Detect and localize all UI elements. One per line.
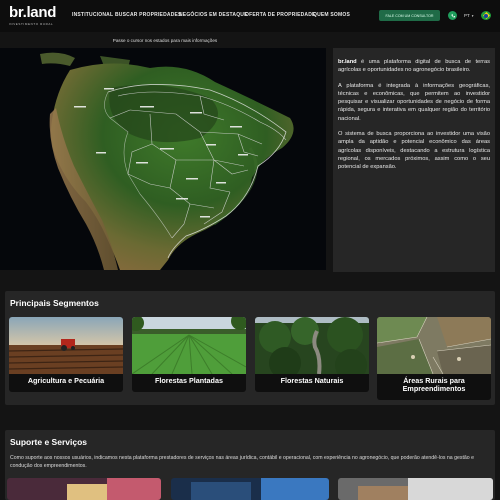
site-header: br.land INVESTIMENTO RURAL INSTITUCIONAL… [0, 0, 500, 32]
segment-label: Agricultura e Pecuária [27, 376, 105, 385]
support-title: Suporte e Serviços [10, 437, 88, 447]
service-image-3 [338, 478, 493, 500]
description-paragraph-1: br.land é uma plataforma digital de busc… [338, 58, 490, 75]
segment-card-areas-rurais[interactable]: Áreas Rurais para Empreendimentos [377, 317, 491, 400]
brazil-flag-icon[interactable] [481, 11, 491, 20]
description-paragraph-3: O sistema de busca proporciona ao invest… [338, 131, 490, 171]
nav-buscar-propriedades[interactable]: BUSCAR PROPRIEDADES [115, 12, 182, 18]
brand-name: br.land [338, 59, 357, 65]
segment-label: Áreas Rurais para Empreendimentos [402, 376, 466, 393]
segment-label: Florestas Naturais [280, 376, 344, 385]
logo-tagline: INVESTIMENTO RURAL [9, 22, 54, 26]
logo-text: br.land [9, 4, 57, 21]
language-selector[interactable]: PT ▾ [464, 13, 474, 18]
segment-card-agricultura[interactable]: Agricultura e Pecuária [9, 317, 123, 392]
nav-negocios-em-destaque[interactable]: NEGÓCIOS EM DESTAQUE [179, 12, 248, 18]
segment-label: Florestas Plantadas [155, 376, 223, 385]
agriculture-image [9, 317, 123, 374]
planted-forest-image [132, 317, 246, 374]
platform-description: br.land é uma plataforma digital de busc… [333, 48, 495, 272]
service-image-2 [171, 478, 329, 500]
segments-title: Principais Segmentos [10, 298, 99, 308]
segment-card-florestas-naturais[interactable]: Florestas Naturais [255, 317, 369, 392]
brand-logo[interactable]: br.land INVESTIMENTO RURAL [9, 5, 65, 27]
nav-oferta-de-propriedade[interactable]: OFERTA DE PROPRIEDADE [245, 12, 316, 18]
rural-area-image [377, 317, 491, 374]
service-image-1 [7, 478, 161, 500]
chevron-down-icon: ▾ [471, 13, 474, 18]
natural-forest-image [255, 317, 369, 374]
service-card-1[interactable] [7, 478, 161, 500]
nav-quem-somos[interactable]: QUEM SOMOS [313, 12, 350, 18]
segment-card-florestas-plantadas[interactable]: Florestas Plantadas [132, 317, 246, 392]
description-paragraph-2: A plataforma é integrada à informações g… [338, 82, 490, 122]
nav-institucional[interactable]: INSTITUCIONAL [72, 12, 113, 18]
service-card-3[interactable] [338, 478, 493, 500]
segments-section: Principais Segmentos Agricultura e Pecuá… [5, 291, 495, 405]
service-card-2[interactable] [171, 478, 329, 500]
whatsapp-icon[interactable] [448, 11, 457, 20]
map-hint: Passe o cursor nos estados para mais inf… [112, 38, 218, 43]
description-text-1: é uma plataforma digital de busca de ter… [338, 59, 490, 74]
support-section: Suporte e Serviços Como suporte aos noss… [5, 430, 495, 500]
language-code: PT [464, 13, 470, 18]
contact-consultant-button[interactable]: FALE COM UM CONSULTOR [379, 10, 440, 21]
brazil-states-map[interactable] [0, 48, 326, 270]
support-description: Como suporte aos nossos usuários, indica… [10, 455, 474, 469]
